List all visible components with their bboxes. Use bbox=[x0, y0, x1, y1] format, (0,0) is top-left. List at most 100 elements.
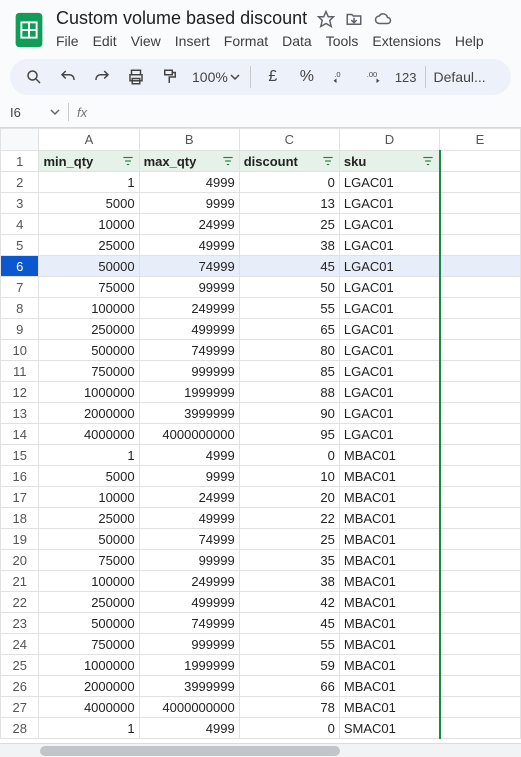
cell[interactable] bbox=[440, 613, 521, 634]
cell[interactable]: 0 bbox=[239, 172, 339, 193]
cell[interactable]: 250000 bbox=[39, 319, 139, 340]
row-header[interactable]: 19 bbox=[1, 529, 39, 550]
row-header[interactable]: 17 bbox=[1, 487, 39, 508]
cell[interactable]: 50000 bbox=[39, 529, 139, 550]
cell[interactable]: 75000 bbox=[39, 550, 139, 571]
cell[interactable]: 85 bbox=[239, 361, 339, 382]
header-cell[interactable]: discount bbox=[239, 151, 339, 172]
cell[interactable]: 500000 bbox=[39, 613, 139, 634]
cell[interactable]: 22 bbox=[239, 508, 339, 529]
menu-data[interactable]: Data bbox=[282, 33, 312, 49]
cell[interactable]: 50 bbox=[239, 277, 339, 298]
cell[interactable] bbox=[440, 151, 521, 172]
cell[interactable]: 25 bbox=[239, 214, 339, 235]
row-header[interactable]: 13 bbox=[1, 403, 39, 424]
cloud-status-icon[interactable] bbox=[373, 10, 393, 28]
cell[interactable]: 78 bbox=[239, 697, 339, 718]
row-header[interactable]: 28 bbox=[1, 718, 39, 739]
row-header[interactable]: 9 bbox=[1, 319, 39, 340]
print-icon[interactable] bbox=[122, 63, 150, 91]
cell[interactable]: 499999 bbox=[139, 592, 239, 613]
cell[interactable] bbox=[440, 277, 521, 298]
cell[interactable]: MBAC01 bbox=[339, 697, 439, 718]
cell[interactable]: 499999 bbox=[139, 319, 239, 340]
filter-icon[interactable] bbox=[321, 154, 335, 171]
select-all-corner[interactable] bbox=[1, 129, 39, 151]
row-header[interactable]: 4 bbox=[1, 214, 39, 235]
cell[interactable]: 74999 bbox=[139, 529, 239, 550]
increase-decimal-icon[interactable]: .00 bbox=[361, 63, 389, 91]
row-header[interactable]: 7 bbox=[1, 277, 39, 298]
cell[interactable]: 25000 bbox=[39, 508, 139, 529]
cell[interactable]: 45 bbox=[239, 256, 339, 277]
cell[interactable]: 1 bbox=[39, 172, 139, 193]
cell[interactable]: 1999999 bbox=[139, 382, 239, 403]
cell[interactable]: 2000000 bbox=[39, 676, 139, 697]
row-header[interactable]: 16 bbox=[1, 466, 39, 487]
cell[interactable]: 90 bbox=[239, 403, 339, 424]
row-header[interactable]: 3 bbox=[1, 193, 39, 214]
star-icon[interactable] bbox=[317, 10, 335, 28]
cell[interactable]: 59 bbox=[239, 655, 339, 676]
cell[interactable] bbox=[440, 634, 521, 655]
cell[interactable]: 100000 bbox=[39, 298, 139, 319]
cell[interactable]: 4999 bbox=[139, 445, 239, 466]
row-header[interactable]: 5 bbox=[1, 235, 39, 256]
row-header[interactable]: 8 bbox=[1, 298, 39, 319]
cell[interactable]: 38 bbox=[239, 235, 339, 256]
cell[interactable] bbox=[440, 529, 521, 550]
cell[interactable] bbox=[440, 571, 521, 592]
cell[interactable]: MBAC01 bbox=[339, 655, 439, 676]
cell[interactable]: 999999 bbox=[139, 361, 239, 382]
cell[interactable]: 25000 bbox=[39, 235, 139, 256]
row-header[interactable]: 18 bbox=[1, 508, 39, 529]
cell[interactable]: LGAC01 bbox=[339, 403, 439, 424]
menu-format[interactable]: Format bbox=[224, 33, 268, 49]
column-header-B[interactable]: B bbox=[139, 129, 239, 151]
cell[interactable]: 4999 bbox=[139, 172, 239, 193]
cell[interactable]: MBAC01 bbox=[339, 613, 439, 634]
cell[interactable]: MBAC01 bbox=[339, 634, 439, 655]
row-header[interactable]: 23 bbox=[1, 613, 39, 634]
cell[interactable] bbox=[440, 172, 521, 193]
cell[interactable]: 10000 bbox=[39, 214, 139, 235]
cell[interactable]: MBAC01 bbox=[339, 550, 439, 571]
cell[interactable]: 88 bbox=[239, 382, 339, 403]
name-box[interactable]: I6 bbox=[10, 105, 60, 120]
cell[interactable]: MBAC01 bbox=[339, 529, 439, 550]
cell[interactable]: 999999 bbox=[139, 634, 239, 655]
redo-icon[interactable] bbox=[88, 63, 116, 91]
cell[interactable]: 50000 bbox=[39, 256, 139, 277]
cell[interactable]: 1000000 bbox=[39, 655, 139, 676]
cell[interactable]: MBAC01 bbox=[339, 466, 439, 487]
cell[interactable]: LGAC01 bbox=[339, 277, 439, 298]
zoom-dropdown[interactable]: 100% bbox=[192, 69, 240, 85]
row-header[interactable]: 6 bbox=[1, 256, 39, 277]
menu-help[interactable]: Help bbox=[455, 33, 484, 49]
menu-tools[interactable]: Tools bbox=[326, 33, 359, 49]
cell[interactable] bbox=[440, 445, 521, 466]
menu-extensions[interactable]: Extensions bbox=[372, 33, 440, 49]
cell[interactable]: 750000 bbox=[39, 634, 139, 655]
cell[interactable]: LGAC01 bbox=[339, 382, 439, 403]
cell[interactable]: 10 bbox=[239, 466, 339, 487]
cell[interactable] bbox=[440, 676, 521, 697]
cell[interactable]: 9999 bbox=[139, 466, 239, 487]
cell[interactable]: MBAC01 bbox=[339, 592, 439, 613]
cell[interactable]: 249999 bbox=[139, 298, 239, 319]
menu-file[interactable]: File bbox=[56, 33, 79, 49]
cell[interactable] bbox=[440, 382, 521, 403]
cell[interactable]: 749999 bbox=[139, 340, 239, 361]
horizontal-scrollbar[interactable] bbox=[0, 743, 521, 757]
cell[interactable] bbox=[440, 235, 521, 256]
cell[interactable]: LGAC01 bbox=[339, 319, 439, 340]
cell[interactable]: 10000 bbox=[39, 487, 139, 508]
cell[interactable]: LGAC01 bbox=[339, 235, 439, 256]
currency-button[interactable]: £ bbox=[259, 63, 287, 91]
menu-edit[interactable]: Edit bbox=[93, 33, 117, 49]
cell[interactable] bbox=[440, 550, 521, 571]
filter-icon[interactable] bbox=[221, 154, 235, 171]
cell[interactable] bbox=[440, 508, 521, 529]
cell[interactable] bbox=[440, 718, 521, 739]
header-cell[interactable]: min_qty bbox=[39, 151, 139, 172]
